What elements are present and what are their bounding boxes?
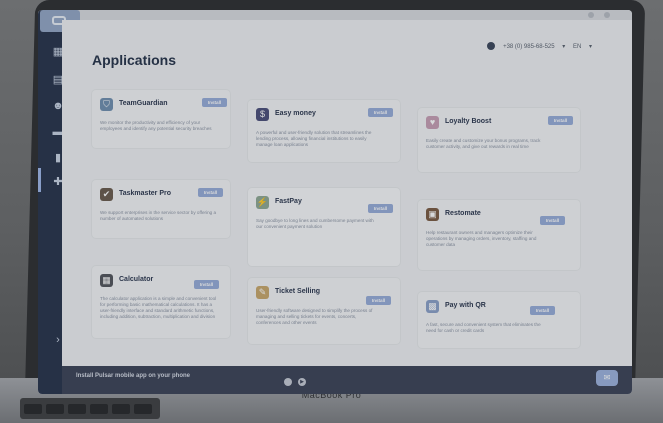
app-description: Say goodbye to long lines and cumbersome… xyxy=(256,218,374,229)
app-description: A powerful and user-friendly solution th… xyxy=(256,130,372,147)
footer-promo-bar: Install Pulsar mobile app on your phone … xyxy=(62,366,632,394)
app-card-teamguardian[interactable]: ⛉ TeamGuardian Install We monitor the pr… xyxy=(92,90,230,148)
app-title: Restomate xyxy=(445,210,481,217)
chat-icon[interactable]: ✉ xyxy=(596,370,618,386)
apple-store-icon[interactable] xyxy=(284,378,292,386)
app-title: Pay with QR xyxy=(445,302,486,309)
tasks-icon: ✔ xyxy=(100,188,113,201)
calculator-icon: ▦ xyxy=(100,274,113,287)
screen: ▦ ▤ ☻ ▬ ▮ ✚ › +38 (0) 985-68-525 ▾ EN ▾ … xyxy=(38,10,632,394)
app-card-fastpay[interactable]: ⚡ FastPay Install Say goodbye to long li… xyxy=(248,188,400,266)
app-title: Calculator xyxy=(119,276,154,283)
app-card-pay-with-qr[interactable]: ▩ Pay with QR Install A fast, secure and… xyxy=(418,292,580,348)
money-icon: $ xyxy=(256,108,269,121)
active-indicator xyxy=(38,168,41,192)
install-button[interactable]: Install xyxy=(548,116,573,125)
app-description: The calculator application is a simple a… xyxy=(100,296,217,319)
ticket-icon: ✎ xyxy=(256,286,269,299)
language-selector[interactable]: EN xyxy=(573,44,581,50)
app-title: Taskmaster Pro xyxy=(119,190,172,197)
app-title: Loyalty Boost xyxy=(445,118,492,125)
page-title: Applications xyxy=(92,52,177,68)
app-card-taskmaster-pro[interactable]: ✔ Taskmaster Pro Install We support ente… xyxy=(92,180,230,238)
window-control-icon[interactable] xyxy=(604,12,610,18)
app-card-restomate[interactable]: ▣ Restomate Install Help restaurant owne… xyxy=(418,200,580,270)
app-card-ticket-selling[interactable]: ✎ Ticket Selling Install User-friendly s… xyxy=(248,278,400,344)
topbar: +38 (0) 985-68-525 ▾ EN ▾ xyxy=(481,42,592,50)
shield-person-icon: ⛉ xyxy=(100,98,113,111)
app-description: We support enterprises in the service se… xyxy=(100,210,217,221)
window-titlebar xyxy=(38,10,632,20)
app-title: Easy money xyxy=(275,110,316,117)
install-button[interactable]: Install xyxy=(368,108,393,117)
install-button[interactable]: Install xyxy=(198,188,223,197)
language-chevron-icon[interactable]: ▾ xyxy=(589,43,592,50)
google-play-icon[interactable]: ▶ xyxy=(298,378,306,386)
app-title: Ticket Selling xyxy=(275,288,320,295)
app-card-easy-money[interactable]: $ Easy money Install A powerful and user… xyxy=(248,100,400,162)
main-content: +38 (0) 985-68-525 ▾ EN ▾ Applications ⛉… xyxy=(62,20,632,366)
app-description: We monitor the productivity and efficien… xyxy=(100,120,212,131)
app-card-loyalty-boost[interactable]: ♥ Loyalty Boost Install Easily create an… xyxy=(418,108,580,172)
app-description: Easily create and customize your bonus p… xyxy=(426,138,541,149)
app-description: Help restaurant owners and managers opti… xyxy=(426,230,537,247)
install-button[interactable]: Install xyxy=(530,306,555,315)
loyalty-icon: ♥ xyxy=(426,116,439,129)
app-title: TeamGuardian xyxy=(119,100,168,107)
app-title: FastPay xyxy=(275,198,302,205)
install-button[interactable]: Install xyxy=(366,296,391,305)
user-icon[interactable] xyxy=(487,42,496,50)
sidebar: ▦ ▤ ☻ ▬ ▮ ✚ › xyxy=(38,10,80,394)
app-description: User-friendly software designed to simpl… xyxy=(256,308,373,325)
app-card-calculator[interactable]: ▦ Calculator Install The calculator appl… xyxy=(92,266,230,338)
fastpay-icon: ⚡ xyxy=(256,196,269,209)
keyboard xyxy=(20,398,160,419)
window-control-icon[interactable] xyxy=(588,12,594,18)
install-button[interactable]: Install xyxy=(202,98,227,107)
app-description: A fast, secure and convenient system tha… xyxy=(426,322,541,333)
restaurant-icon: ▣ xyxy=(426,208,439,221)
phone-number[interactable]: +38 (0) 985-68-525 xyxy=(503,44,555,50)
install-button[interactable]: Install xyxy=(368,204,393,213)
install-button[interactable]: Install xyxy=(194,280,219,289)
promo-text: Install Pulsar mobile app on your phone xyxy=(76,373,191,379)
install-button[interactable]: Install xyxy=(540,216,565,225)
dropdown-icon[interactable]: ▾ xyxy=(562,43,565,50)
qr-icon: ▩ xyxy=(426,300,439,313)
